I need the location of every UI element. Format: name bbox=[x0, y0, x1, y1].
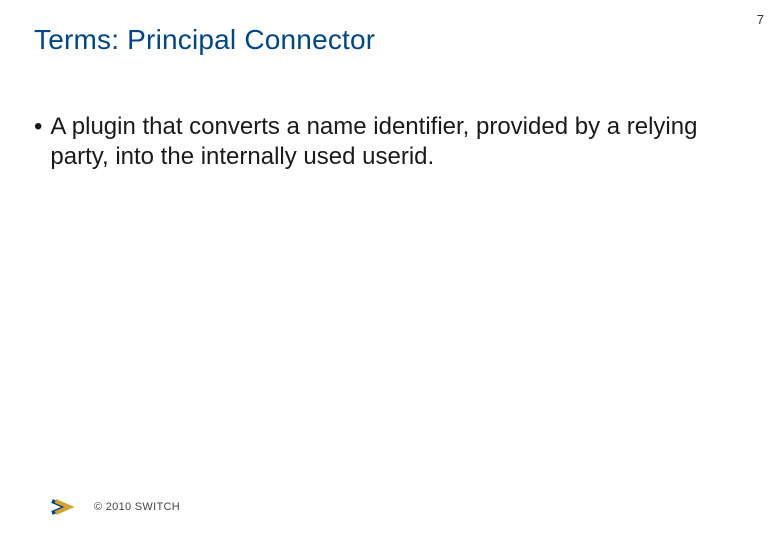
switch-logo-icon bbox=[50, 496, 80, 518]
page-number: 7 bbox=[757, 12, 764, 27]
footer-copyright: © 2010 SWITCH bbox=[94, 501, 180, 513]
slide-title: Terms: Principal Connector bbox=[34, 24, 375, 56]
slide-body: • A plugin that converts a name identifi… bbox=[34, 112, 720, 172]
bullet-text: A plugin that converts a name identifier… bbox=[50, 112, 720, 172]
slide: Terms: Principal Connector 7 • A plugin … bbox=[0, 0, 780, 540]
footer: © 2010 SWITCH bbox=[50, 496, 180, 518]
bullet-marker-icon: • bbox=[34, 112, 42, 142]
bullet-item: • A plugin that converts a name identifi… bbox=[34, 112, 720, 172]
